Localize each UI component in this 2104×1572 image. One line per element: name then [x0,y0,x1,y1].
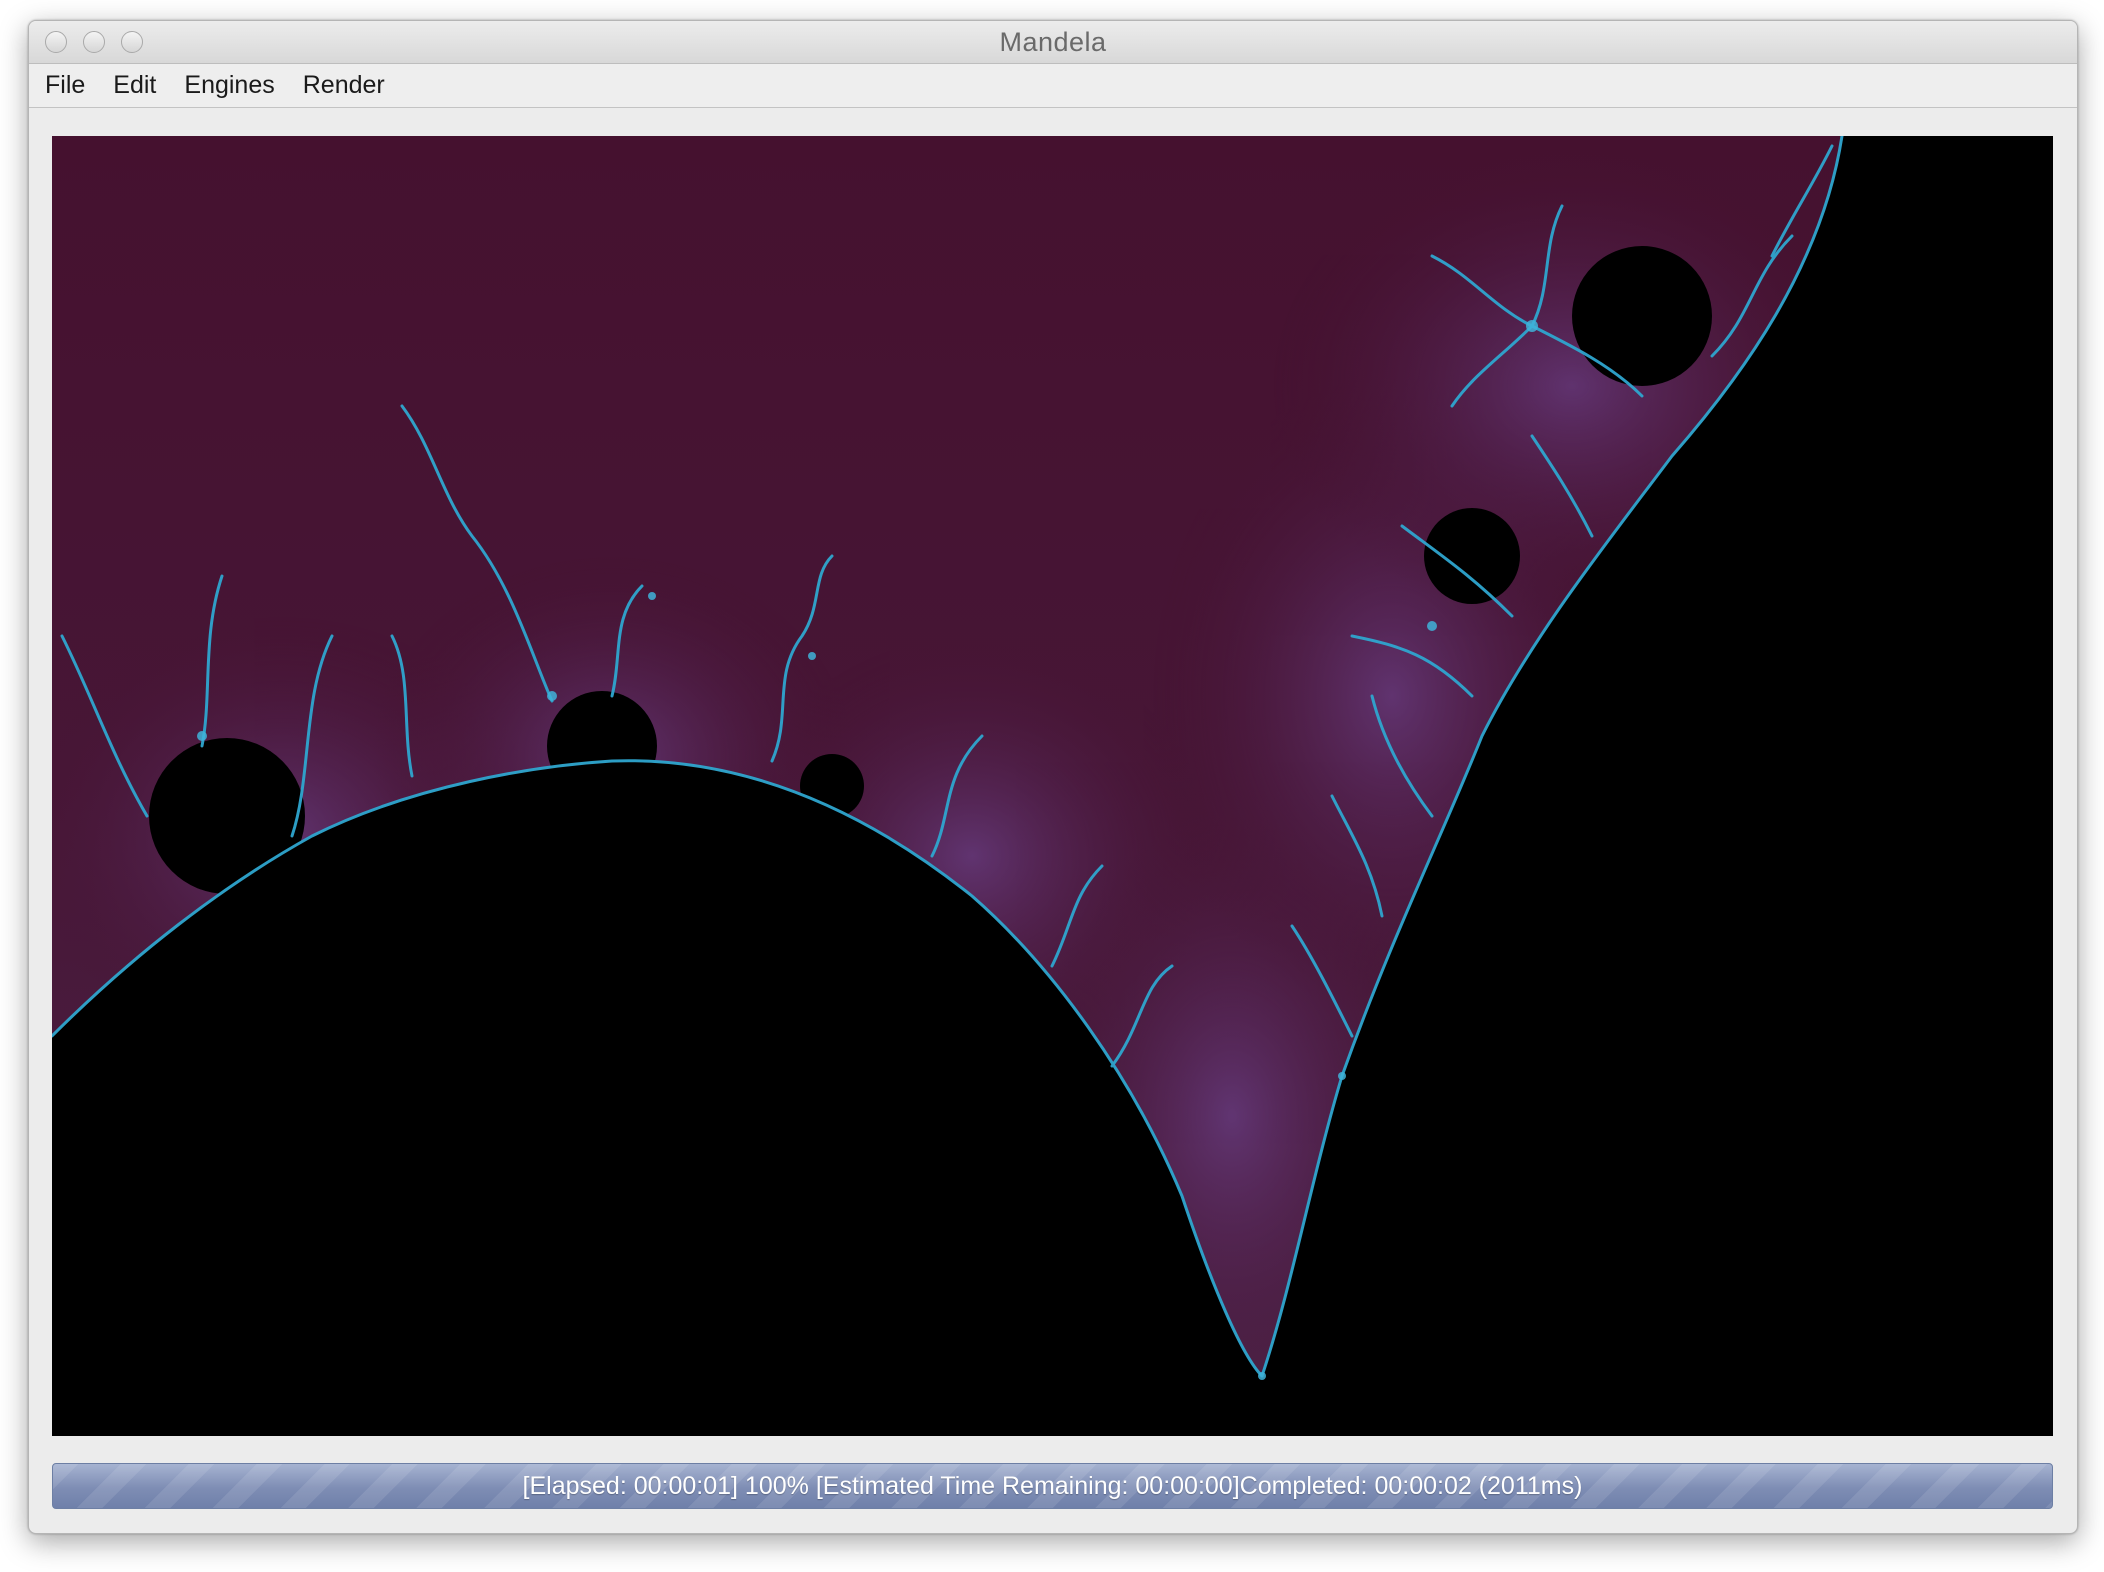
bulb-5 [1424,508,1520,604]
menu-file[interactable]: File [45,71,85,100]
app-window: Mandela File Edit Engines Render [Elapse… [28,20,2078,1534]
window-controls [45,31,143,53]
menu-render[interactable]: Render [303,71,385,100]
bulb-2 [547,691,657,801]
progress-status-text: [Elapsed: 00:00:01] 100% [Estimated Time… [522,1471,1583,1500]
window-title: Mandela [999,26,1107,57]
menu-engines[interactable]: Engines [184,71,274,100]
fractal-image [52,136,2053,1436]
render-progress-bar: [Elapsed: 00:00:01] 100% [Estimated Time… [52,1463,2053,1509]
title-bar: Mandela [29,21,2077,64]
menu-bar: File Edit Engines Render [29,64,2077,108]
fractal-canvas[interactable] [52,136,2053,1436]
zoom-window-icon[interactable] [121,31,143,53]
bulb-4 [1572,246,1712,386]
minimize-window-icon[interactable] [83,31,105,53]
bulb-1 [149,738,305,894]
menu-edit[interactable]: Edit [113,71,156,100]
close-window-icon[interactable] [45,31,67,53]
